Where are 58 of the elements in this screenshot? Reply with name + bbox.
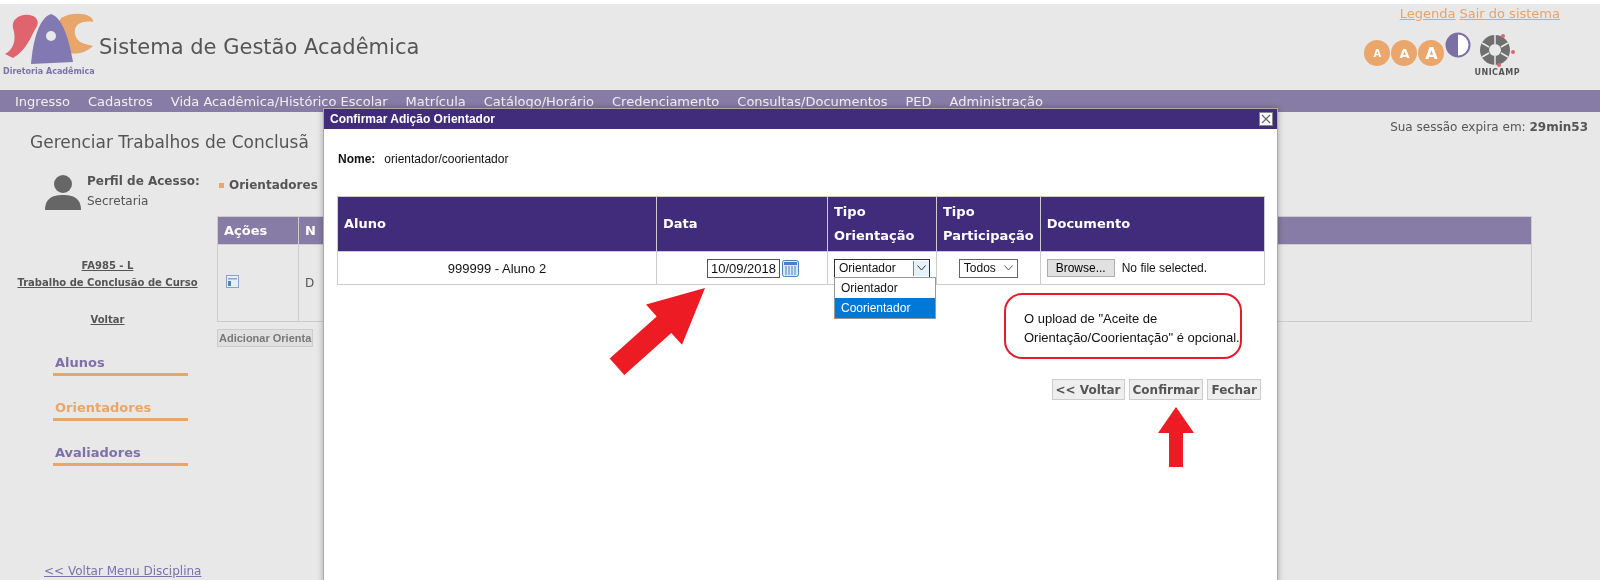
- font-size-button[interactable]: A: [1418, 40, 1445, 66]
- course-name-link[interactable]: Trabalho de Conclusão de Curso: [17, 277, 198, 288]
- section-label: Orientadores: [229, 178, 318, 192]
- session-timer: Sua sessão expira em: 29min53: [1390, 120, 1588, 134]
- menu-item[interactable]: Matrícula: [405, 93, 466, 109]
- dropdown-option[interactable]: Orientador: [835, 277, 935, 298]
- user-icon: [45, 174, 81, 210]
- column-header: Data: [656, 196, 828, 252]
- column-header: Aluno: [337, 196, 657, 252]
- name-value: orientador/coorientador: [384, 152, 509, 166]
- menu-item[interactable]: Consultas/Documentos: [737, 93, 888, 109]
- header-link[interactable]: Legenda: [1399, 6, 1456, 21]
- page-title: Gerenciar Trabalhos de Conclusã: [30, 132, 309, 152]
- back-menu-link[interactable]: << Voltar Menu Disciplina: [44, 564, 215, 578]
- profile-value: Secretaria: [87, 194, 150, 208]
- column-header: Tipo Participação: [936, 196, 1041, 252]
- name-label: Nome:: [338, 152, 376, 166]
- system-title: Sistema de Gestão Acadêmica: [99, 35, 420, 59]
- sidebar-tab[interactable]: Avaliadores: [53, 445, 188, 466]
- menu-item[interactable]: Vida Acadêmica/Histórico Escolar: [170, 93, 388, 109]
- file-status: No file selected.: [1121, 261, 1208, 275]
- caret-icon: [1003, 265, 1013, 271]
- seal-caption: UNICAMP: [1474, 68, 1520, 77]
- menu-item[interactable]: PED: [905, 93, 932, 109]
- dropdown-option[interactable]: Coorientador: [835, 297, 935, 318]
- arrow-icon: [1158, 407, 1194, 467]
- course-code-link[interactable]: FA985 - L: [81, 260, 134, 271]
- font-size-button[interactable]: A: [1364, 40, 1391, 66]
- dialog-button[interactable]: << Voltar: [1051, 379, 1125, 400]
- dialog-button[interactable]: Fechar: [1207, 379, 1261, 400]
- caret-icon: [917, 265, 926, 271]
- dialog-title: Confirmar Adição Orientador: [330, 112, 495, 126]
- sidebar-tab[interactable]: Alunos: [53, 355, 188, 376]
- header-link[interactable]: Sair do sistema: [1459, 6, 1560, 21]
- add-button[interactable]: Adicionar Orienta: [217, 329, 314, 347]
- column-header: Tipo Orientação: [827, 196, 937, 252]
- dialog-button[interactable]: Confirmar: [1128, 379, 1204, 400]
- back-link[interactable]: Voltar: [90, 314, 125, 325]
- calendar-icon[interactable]: [782, 259, 800, 277]
- form-icon[interactable]: [226, 275, 239, 288]
- bullet-icon: [219, 182, 224, 188]
- browse-button[interactable]: Browse...: [1046, 259, 1115, 277]
- table-cell: 999999 - Aluno 2: [337, 251, 657, 285]
- callout-note: O upload de "Aceite de Orientação/Coorientação" é opcional.: [1004, 293, 1242, 359]
- logo-caption: Diretoria Acadêmica: [3, 67, 96, 76]
- menu-item[interactable]: Cadastros: [87, 93, 153, 109]
- participation-select[interactable]: Todos: [958, 258, 1018, 278]
- column-header: Documento: [1040, 196, 1265, 252]
- profile-label: Perfil de Acesso:: [87, 174, 200, 188]
- close-icon[interactable]: [1259, 112, 1273, 126]
- menu-item[interactable]: Ingresso: [15, 93, 70, 109]
- date-field[interactable]: 10/09/2018: [706, 258, 781, 278]
- menu-item[interactable]: Administração: [949, 93, 1043, 109]
- column-header: Ações: [217, 216, 299, 245]
- menu-item[interactable]: Catálogo/Horário: [483, 93, 594, 109]
- menu-item[interactable]: Credenciamento: [612, 93, 720, 109]
- font-size-button[interactable]: A: [1391, 40, 1418, 66]
- contrast-icon[interactable]: [1445, 32, 1472, 58]
